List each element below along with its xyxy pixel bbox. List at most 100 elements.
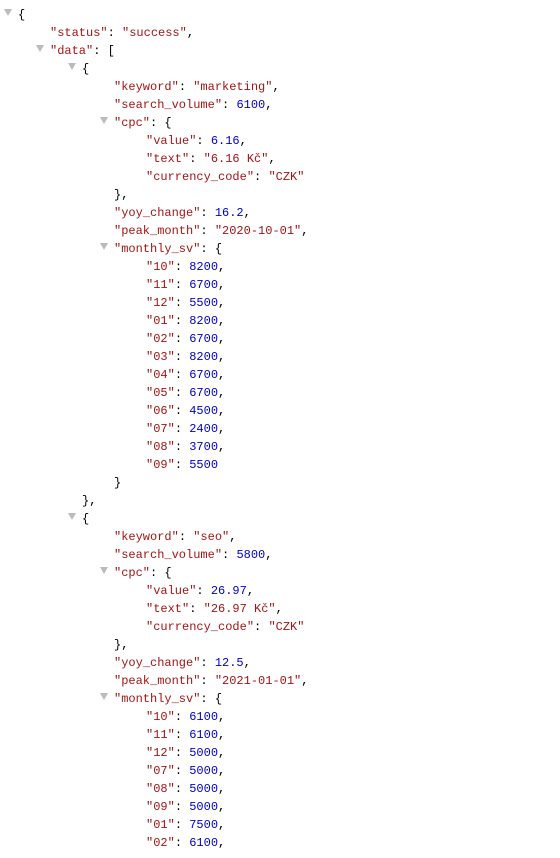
- json-line: "yoy_change": 12.5,: [0, 654, 560, 672]
- json-line: "09": 5000,: [0, 798, 560, 816]
- json-line: "06": 4500,: [0, 402, 560, 420]
- json-line-content: "text": "26.97 Kč",: [146, 600, 283, 618]
- json-line: "search_volume": 6100,: [0, 96, 560, 114]
- json-line: "yoy_change": 16.2,: [0, 204, 560, 222]
- json-line: "currency_code": "CZK": [0, 618, 560, 636]
- collapse-toggle-icon[interactable]: [68, 63, 76, 70]
- json-line-content: "value": 6.16,: [146, 132, 247, 150]
- json-line-content: "keyword": "seo",: [114, 528, 236, 546]
- json-line-content: "text": "6.16 Kč",: [146, 150, 276, 168]
- json-line-content: "monthly_sv": {: [114, 240, 222, 258]
- json-line-content: {: [82, 60, 89, 78]
- json-line: "keyword": "marketing",: [0, 78, 560, 96]
- json-line: "value": 26.97,: [0, 582, 560, 600]
- json-line: "07": 2400,: [0, 420, 560, 438]
- json-line: "08": 3700,: [0, 438, 560, 456]
- json-line: "01": 7500,: [0, 816, 560, 834]
- json-line: "03": 8200,: [0, 348, 560, 366]
- json-line: "11": 6700,: [0, 276, 560, 294]
- json-line: "text": "6.16 Kč",: [0, 150, 560, 168]
- json-line: "value": 6.16,: [0, 132, 560, 150]
- json-line: "status": "success",: [0, 24, 560, 42]
- json-line-content: "peak_month": "2021-01-01",: [114, 672, 308, 690]
- collapse-toggle-icon[interactable]: [100, 567, 108, 574]
- json-line: "04": 6700,: [0, 366, 560, 384]
- json-line: {: [0, 6, 560, 24]
- collapse-toggle-icon[interactable]: [36, 45, 44, 52]
- collapse-toggle-icon[interactable]: [68, 513, 76, 520]
- json-line-content: "cpc": {: [114, 114, 172, 132]
- json-line-content: "09": 5000,: [146, 798, 225, 816]
- json-line: "data": [: [0, 42, 560, 60]
- json-line: "05": 6700,: [0, 384, 560, 402]
- json-line: "02": 6700,: [0, 330, 560, 348]
- json-line: "10": 8200,: [0, 258, 560, 276]
- json-line-content: "03": 8200,: [146, 348, 225, 366]
- json-line-content: "02": 6100,: [146, 834, 225, 852]
- json-line: "07": 5000,: [0, 762, 560, 780]
- json-line-content: }: [114, 474, 121, 492]
- collapse-toggle-icon[interactable]: [100, 693, 108, 700]
- json-line-content: "04": 6700,: [146, 366, 225, 384]
- json-line-content: "07": 2400,: [146, 420, 225, 438]
- json-line-content: "10": 8200,: [146, 258, 225, 276]
- json-line-content: "12": 5500,: [146, 294, 225, 312]
- json-line: "08": 5000,: [0, 780, 560, 798]
- json-line: {: [0, 60, 560, 78]
- json-line: "text": "26.97 Kč",: [0, 600, 560, 618]
- json-line-content: "currency_code": "CZK": [146, 168, 304, 186]
- collapse-toggle-icon[interactable]: [4, 9, 12, 16]
- json-line-content: "05": 6700,: [146, 384, 225, 402]
- json-line-content: "peak_month": "2020-10-01",: [114, 222, 308, 240]
- json-line-content: "10": 6100,: [146, 708, 225, 726]
- json-line-content: "06": 4500,: [146, 402, 225, 420]
- json-line: "peak_month": "2021-01-01",: [0, 672, 560, 690]
- json-line-content: "yoy_change": 16.2,: [114, 204, 251, 222]
- json-line-content: "status": "success",: [50, 24, 194, 42]
- json-line-content: "01": 8200,: [146, 312, 225, 330]
- json-line-content: "11": 6100,: [146, 726, 225, 744]
- json-line-content: "02": 6700,: [146, 330, 225, 348]
- json-line: "09": 5500: [0, 456, 560, 474]
- json-line: "01": 8200,: [0, 312, 560, 330]
- json-line-content: "07": 5000,: [146, 762, 225, 780]
- json-line: },: [0, 636, 560, 654]
- json-line-content: "09": 5500: [146, 456, 218, 474]
- json-line-content: "data": [: [50, 42, 115, 60]
- json-line-content: "11": 6700,: [146, 276, 225, 294]
- json-line-content: "08": 3700,: [146, 438, 225, 456]
- json-viewer: {"status": "success","data": [{"keyword"…: [0, 6, 560, 852]
- json-line: "search_volume": 5800,: [0, 546, 560, 564]
- collapse-toggle-icon[interactable]: [100, 243, 108, 250]
- json-line: "12": 5000,: [0, 744, 560, 762]
- json-line-content: },: [114, 636, 128, 654]
- json-line-content: {: [82, 510, 89, 528]
- json-line-content: },: [114, 186, 128, 204]
- json-line: "monthly_sv": {: [0, 240, 560, 258]
- json-line: "11": 6100,: [0, 726, 560, 744]
- json-line-content: "currency_code": "CZK": [146, 618, 304, 636]
- json-line: "cpc": {: [0, 564, 560, 582]
- json-line: "02": 6100,: [0, 834, 560, 852]
- json-line-content: "08": 5000,: [146, 780, 225, 798]
- json-line-content: "yoy_change": 12.5,: [114, 654, 251, 672]
- json-line: }: [0, 474, 560, 492]
- json-line-content: "01": 7500,: [146, 816, 225, 834]
- json-line-content: "value": 26.97,: [146, 582, 254, 600]
- json-line: },: [0, 492, 560, 510]
- json-line: "12": 5500,: [0, 294, 560, 312]
- json-line-content: "monthly_sv": {: [114, 690, 222, 708]
- json-line-content: {: [18, 6, 25, 24]
- json-line-content: "cpc": {: [114, 564, 172, 582]
- json-line: },: [0, 186, 560, 204]
- json-line: {: [0, 510, 560, 528]
- json-line-content: },: [82, 492, 96, 510]
- collapse-toggle-icon[interactable]: [100, 117, 108, 124]
- json-line: "10": 6100,: [0, 708, 560, 726]
- json-line-content: "search_volume": 6100,: [114, 96, 272, 114]
- json-line: "peak_month": "2020-10-01",: [0, 222, 560, 240]
- json-line: "monthly_sv": {: [0, 690, 560, 708]
- json-line: "currency_code": "CZK": [0, 168, 560, 186]
- json-line: "keyword": "seo",: [0, 528, 560, 546]
- json-line: "cpc": {: [0, 114, 560, 132]
